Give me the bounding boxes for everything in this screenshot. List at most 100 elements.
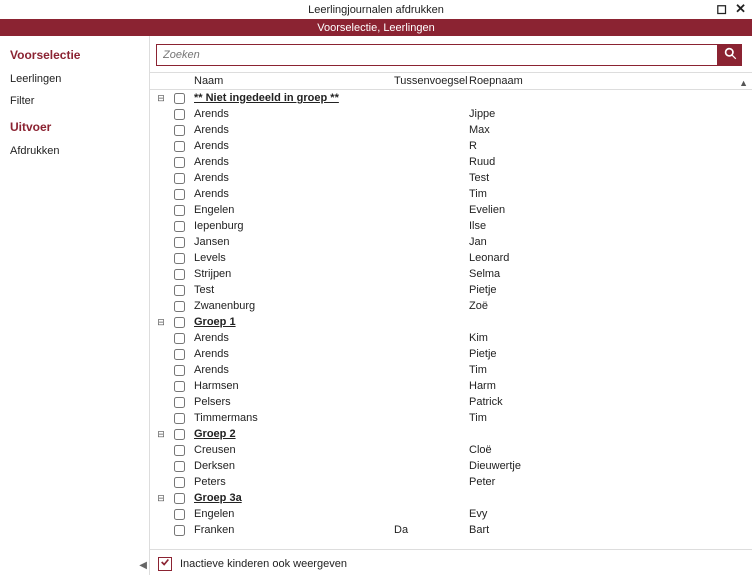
row-checkbox[interactable]: [174, 349, 185, 360]
row-checkbox[interactable]: [174, 525, 185, 536]
row-checkbox-cell: [172, 250, 194, 266]
col-header-tussenvoegsel[interactable]: Tussenvoegsel: [394, 75, 469, 87]
col-header-roepnaam[interactable]: Roepnaam: [469, 75, 736, 87]
sidebar-item[interactable]: Filter: [0, 90, 149, 112]
row-checkbox-cell: [172, 410, 194, 426]
row-checkbox[interactable]: [174, 381, 185, 392]
row-checkbox[interactable]: [174, 157, 185, 168]
table-row[interactable]: ArendsRuud: [150, 154, 752, 170]
search-button[interactable]: [718, 44, 742, 66]
cell-roepnaam: Max: [469, 122, 752, 138]
grid-body[interactable]: ⊟** Niet ingedeeld in groep **ArendsJipp…: [150, 90, 752, 549]
table-row[interactable]: StrijpenSelma: [150, 266, 752, 282]
row-checkbox[interactable]: [174, 269, 185, 280]
sidebar-section-header: Uitvoer: [0, 112, 149, 140]
cell-naam: Iepenburg: [194, 218, 394, 234]
row-checkbox[interactable]: [174, 253, 185, 264]
table-row[interactable]: ArendsMax: [150, 122, 752, 138]
row-checkbox[interactable]: [174, 125, 185, 136]
expand-toggle[interactable]: ⊟: [150, 90, 172, 106]
row-checkbox[interactable]: [174, 205, 185, 216]
table-row[interactable]: LevelsLeonard: [150, 250, 752, 266]
window-buttons: ◻ ✕: [716, 2, 746, 16]
table-row[interactable]: ArendsTim: [150, 362, 752, 378]
table-row[interactable]: HarmsenHarm: [150, 378, 752, 394]
row-checkbox-cell: [172, 442, 194, 458]
cell-naam: Derksen: [194, 458, 394, 474]
search-input[interactable]: [156, 44, 718, 66]
row-checkbox[interactable]: [174, 509, 185, 520]
table-row[interactable]: TimmermansTim: [150, 410, 752, 426]
table-row[interactable]: JansenJan: [150, 234, 752, 250]
col-header-naam[interactable]: Naam: [194, 75, 394, 87]
sort-ascending-icon[interactable]: ▲: [739, 78, 748, 88]
table-row[interactable]: DerksenDieuwertje: [150, 458, 752, 474]
sidebar-section-header: Voorselectie: [0, 40, 149, 68]
row-checkbox-cell: [172, 426, 194, 442]
expand-toggle[interactable]: ⊟: [150, 426, 172, 442]
cell-roepnaam: Jippe: [469, 106, 752, 122]
row-checkbox[interactable]: [174, 237, 185, 248]
table-row[interactable]: ArendsR: [150, 138, 752, 154]
table-row[interactable]: ArendsTim: [150, 186, 752, 202]
row-checkbox[interactable]: [174, 141, 185, 152]
table-row[interactable]: PelsersPatrick: [150, 394, 752, 410]
sidebar-item[interactable]: Leerlingen: [0, 68, 149, 90]
group-row[interactable]: ⊟** Niet ingedeeld in groep **: [150, 90, 752, 106]
row-checkbox[interactable]: [174, 333, 185, 344]
row-checkbox[interactable]: [174, 493, 185, 504]
row-checkbox-cell: [172, 106, 194, 122]
row-checkbox[interactable]: [174, 301, 185, 312]
row-checkbox[interactable]: [174, 445, 185, 456]
group-row[interactable]: ⊟Groep 1: [150, 314, 752, 330]
table-row[interactable]: IepenburgIlse: [150, 218, 752, 234]
expand-toggle[interactable]: ⊟: [150, 314, 172, 330]
row-checkbox[interactable]: [174, 221, 185, 232]
row-checkbox[interactable]: [174, 317, 185, 328]
table-row[interactable]: EngelenEvy: [150, 506, 752, 522]
cell-roepnaam: Evy: [469, 506, 752, 522]
table-row[interactable]: ArendsJippe: [150, 106, 752, 122]
cell-naam: Groep 2: [194, 426, 394, 442]
sidebar-item[interactable]: Afdrukken: [0, 140, 149, 162]
table-row[interactable]: EngelenEvelien: [150, 202, 752, 218]
row-checkbox-cell: [172, 522, 194, 538]
maximize-button[interactable]: ◻: [716, 2, 727, 16]
table-row[interactable]: ArendsTest: [150, 170, 752, 186]
row-checkbox-cell: [172, 154, 194, 170]
row-checkbox[interactable]: [174, 189, 185, 200]
table-row[interactable]: CreusenCloë: [150, 442, 752, 458]
table-row[interactable]: ArendsPietje: [150, 346, 752, 362]
row-checkbox-cell: [172, 186, 194, 202]
sidebar-collapse-button[interactable]: ◀: [139, 560, 147, 571]
row-checkbox[interactable]: [174, 173, 185, 184]
table-row[interactable]: PetersPeter: [150, 474, 752, 490]
row-checkbox[interactable]: [174, 477, 185, 488]
row-checkbox[interactable]: [174, 365, 185, 376]
row-checkbox[interactable]: [174, 109, 185, 120]
row-checkbox-cell: [172, 282, 194, 298]
expand-toggle[interactable]: ⊟: [150, 490, 172, 506]
cell-roepnaam: Pietje: [469, 346, 752, 362]
row-checkbox[interactable]: [174, 285, 185, 296]
table-row[interactable]: TestPietje: [150, 282, 752, 298]
subheader: Voorselectie, Leerlingen: [0, 20, 752, 36]
inactive-checkbox[interactable]: [158, 557, 172, 571]
cell-naam: Arends: [194, 170, 394, 186]
sidebar: VoorselectieLeerlingenFilterUitvoerAfdru…: [0, 36, 150, 575]
row-checkbox-cell: [172, 314, 194, 330]
row-checkbox[interactable]: [174, 413, 185, 424]
row-checkbox-cell: [172, 394, 194, 410]
close-button[interactable]: ✕: [735, 2, 746, 16]
cell-roepnaam: Patrick: [469, 394, 752, 410]
table-row[interactable]: ZwanenburgZoë: [150, 298, 752, 314]
group-row[interactable]: ⊟Groep 3a: [150, 490, 752, 506]
row-checkbox[interactable]: [174, 397, 185, 408]
group-row[interactable]: ⊟ Groep 2: [150, 426, 752, 442]
cell-roepnaam: R: [469, 138, 752, 154]
table-row[interactable]: FrankenDaBart: [150, 522, 752, 538]
table-row[interactable]: ArendsKim: [150, 330, 752, 346]
row-checkbox[interactable]: [174, 461, 185, 472]
row-checkbox[interactable]: [174, 93, 185, 104]
row-checkbox[interactable]: [174, 429, 185, 440]
